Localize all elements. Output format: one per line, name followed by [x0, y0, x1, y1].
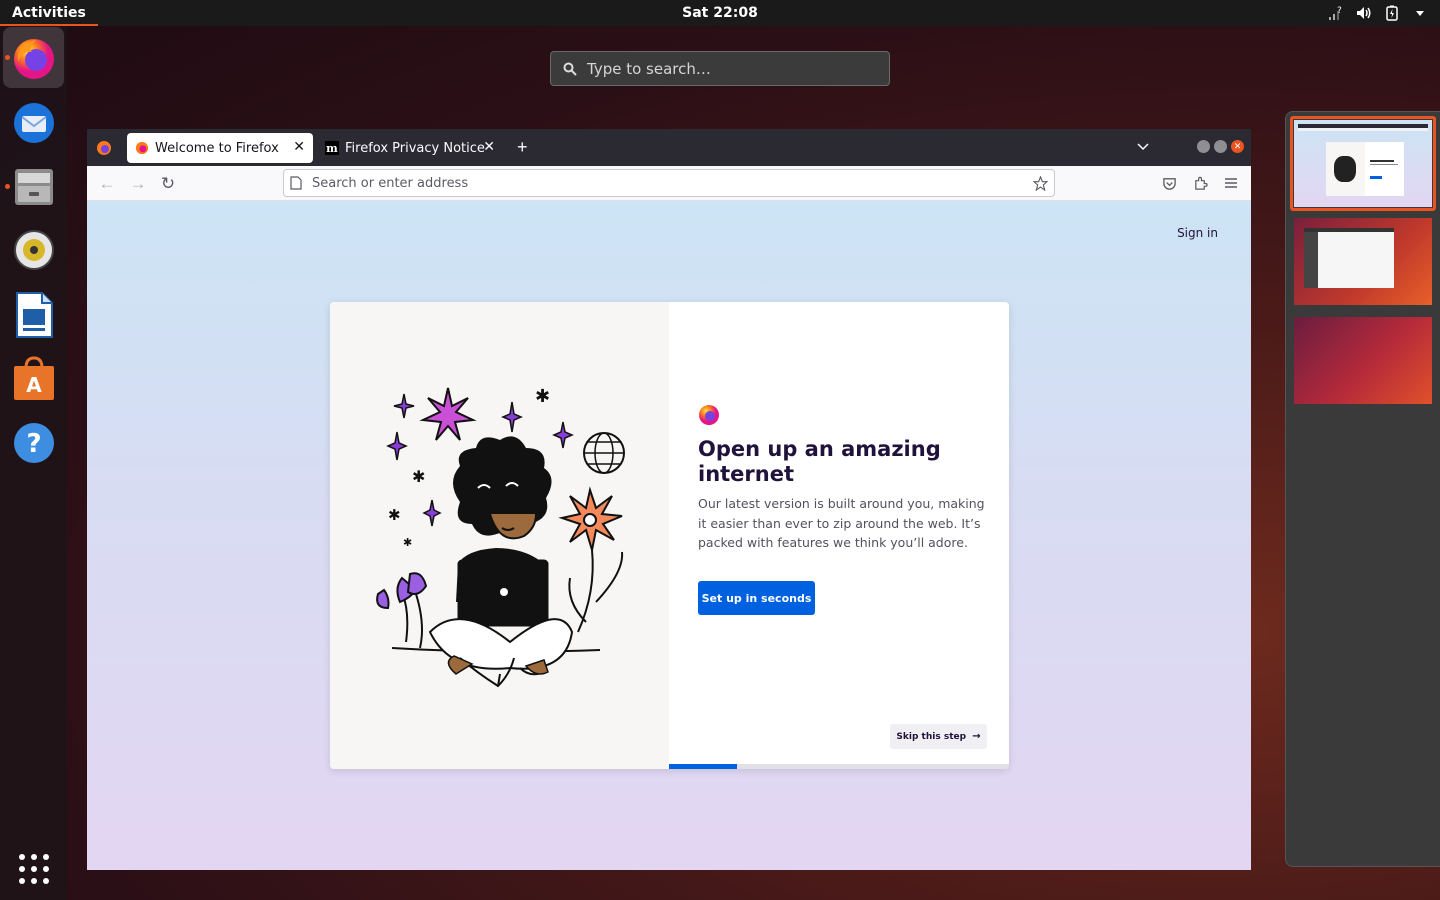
battery-icon[interactable]	[1384, 5, 1400, 21]
url-bar[interactable]	[283, 169, 1055, 197]
onboarding-card: ✱ ✱ ✱ ✱ Open up an amazing internet Our …	[330, 302, 1009, 769]
extensions-icon[interactable]	[1193, 176, 1208, 191]
svg-text:?: ?	[26, 429, 41, 459]
illustration: ✱ ✱ ✱ ✱	[330, 302, 669, 769]
svg-text:?: ?	[1337, 6, 1342, 16]
software-icon: A	[13, 355, 54, 400]
skip-step-button[interactable]: Skip this step →	[890, 724, 987, 749]
page-icon	[290, 176, 302, 190]
dock-rhythmbox[interactable]	[3, 219, 64, 280]
tab-bar: Welcome to Firefox ✕ m Firefox Privacy N…	[87, 129, 1251, 166]
dock-firefox[interactable]	[3, 27, 64, 88]
list-all-tabs-icon[interactable]	[1137, 142, 1149, 152]
thumb-card	[1326, 142, 1404, 196]
tab-privacy-notice[interactable]: m Firefox Privacy Notice — ✕	[317, 133, 503, 163]
dock: A ?	[0, 26, 67, 900]
progress-track	[669, 764, 1009, 769]
chevron-down-icon[interactable]	[1412, 5, 1428, 21]
dock-files[interactable]	[3, 156, 64, 217]
welcome-headline: Open up an amazing internet	[698, 437, 941, 486]
back-button[interactable]: ←	[97, 174, 117, 194]
files-icon	[14, 168, 53, 205]
show-apps-button[interactable]	[3, 838, 64, 899]
help-icon: ?	[13, 422, 54, 463]
reload-button[interactable]: ↻	[158, 174, 178, 194]
workspace-switcher	[1285, 111, 1440, 867]
close-tab-icon[interactable]: ✕	[293, 139, 305, 155]
tab-label: Welcome to Firefox	[155, 140, 279, 156]
workspace-1[interactable]	[1294, 120, 1432, 207]
workspace-2[interactable]	[1294, 218, 1432, 305]
dock-writer[interactable]	[3, 284, 64, 345]
dock-help[interactable]: ?	[3, 412, 64, 473]
skip-label: Skip this step	[896, 732, 967, 742]
menu-icon[interactable]	[1224, 177, 1238, 189]
writer-icon	[15, 291, 53, 338]
thumb-navbar	[1298, 128, 1428, 131]
arrow-right-icon: →	[972, 731, 981, 742]
dock-software[interactable]: A	[3, 348, 64, 409]
firefox-view-icon[interactable]	[96, 140, 112, 156]
thumb-files-window	[1304, 228, 1394, 288]
search-input[interactable]	[587, 59, 867, 78]
sign-in-link[interactable]: Sign in	[1177, 226, 1218, 240]
minimize-button[interactable]	[1197, 140, 1210, 153]
rhythmbox-icon	[13, 229, 54, 270]
firefox-logo-icon	[699, 405, 719, 425]
page-content: Sign in ✱ ✱ ✱ ✱ Open up an amazing inter…	[87, 201, 1251, 870]
close-window-button[interactable]: ✕	[1231, 140, 1244, 153]
firefox-icon	[135, 141, 149, 155]
bookmark-star-icon[interactable]	[1033, 176, 1048, 191]
search-box[interactable]	[550, 51, 890, 86]
svg-text:✱: ✱	[535, 386, 550, 407]
pocket-icon[interactable]	[1162, 176, 1177, 191]
volume-icon[interactable]	[1356, 5, 1372, 21]
workspace-3[interactable]	[1294, 317, 1432, 404]
new-tab-icon[interactable]: +	[517, 137, 528, 158]
running-indicator	[5, 55, 10, 60]
tab-label: Firefox Privacy Notice —	[345, 140, 487, 156]
tab-welcome[interactable]: Welcome to Firefox ✕	[127, 133, 313, 163]
svg-text:✱: ✱	[388, 506, 401, 524]
running-indicator	[5, 184, 10, 189]
welcome-description: Our latest version is built around you, …	[698, 496, 985, 550]
close-tab-icon[interactable]: ✕	[483, 139, 495, 155]
search-icon	[563, 62, 577, 76]
svg-text:A: A	[26, 373, 42, 397]
clock[interactable]: Sat 22:08	[0, 0, 1440, 26]
progress-fill	[669, 764, 737, 769]
thunderbird-icon	[13, 102, 54, 143]
set-up-button[interactable]: Set up in seconds	[698, 581, 815, 615]
maximize-button[interactable]	[1214, 140, 1227, 153]
url-input[interactable]	[312, 175, 1012, 191]
onboarding-panel: Open up an amazing internet Our latest v…	[669, 302, 1009, 769]
firefox-window[interactable]: Welcome to Firefox ✕ m Firefox Privacy N…	[87, 129, 1251, 870]
top-bar: Activities Sat 22:08 ?	[0, 0, 1440, 26]
network-icon[interactable]: ?	[1328, 5, 1344, 21]
svg-text:m: m	[326, 142, 338, 155]
dock-thunderbird[interactable]	[3, 92, 64, 153]
svg-text:✱: ✱	[403, 536, 412, 549]
firefox-icon	[13, 38, 54, 79]
mozilla-icon: m	[325, 141, 339, 155]
navigation-toolbar: ← → ↻	[87, 166, 1251, 201]
svg-text:✱: ✱	[412, 467, 425, 486]
system-tray[interactable]: ?	[1328, 0, 1428, 26]
grid-icon	[18, 853, 49, 884]
forward-button[interactable]: →	[128, 174, 148, 194]
